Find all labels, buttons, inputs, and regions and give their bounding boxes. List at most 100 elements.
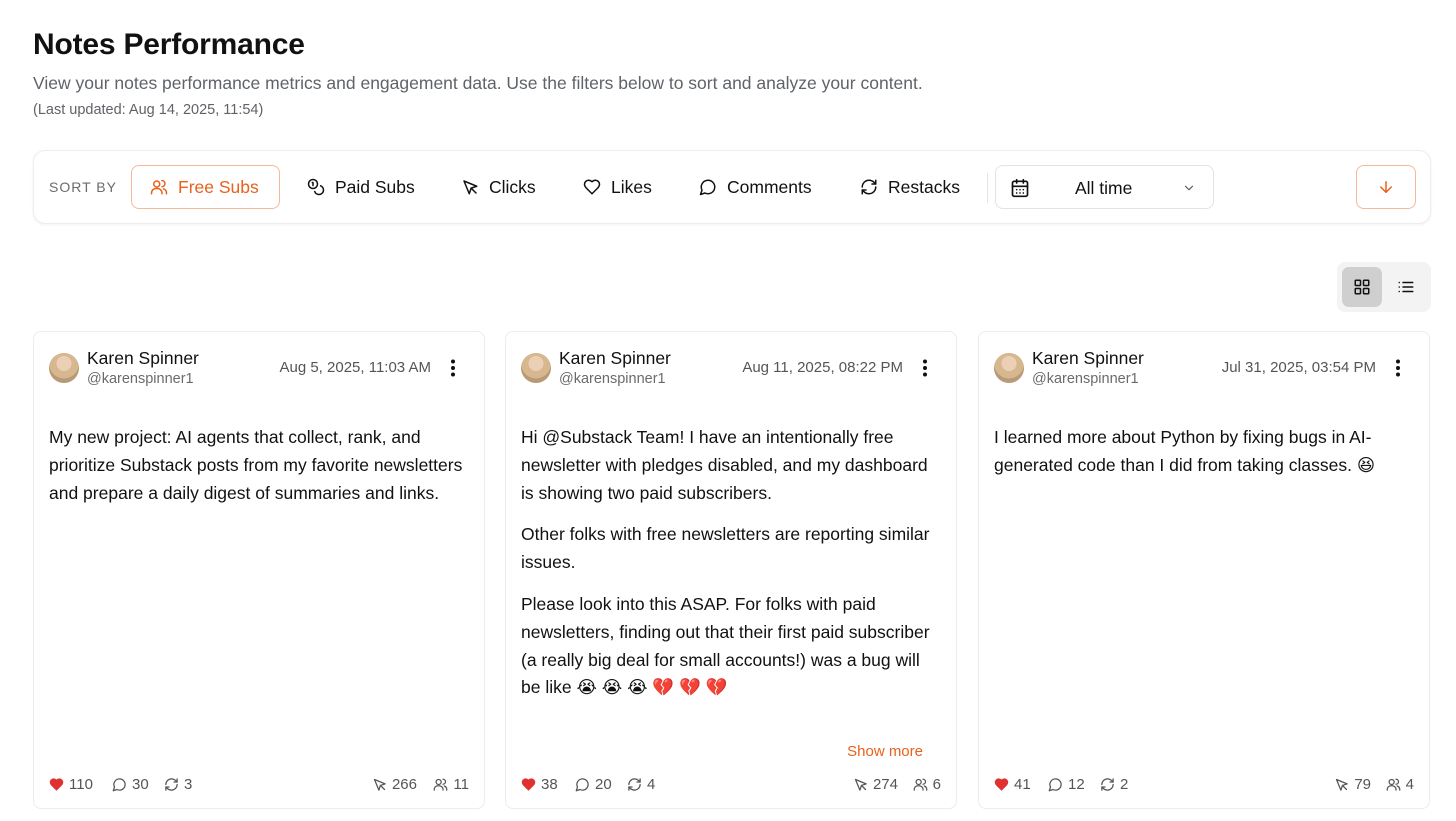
restacks-stat: 2 — [1100, 773, 1128, 795]
date-range-value: All time — [1075, 178, 1133, 198]
restacks-count: 3 — [184, 775, 193, 793]
comment-icon — [699, 179, 716, 196]
cursor-icon — [854, 778, 867, 791]
likes-count: 110 — [69, 775, 93, 793]
note-body: My new project: AI agents that collect, … — [49, 424, 469, 521]
comments-count: 30 — [132, 775, 149, 793]
page-title: Notes Performance — [33, 28, 305, 61]
avatar[interactable] — [521, 353, 551, 383]
sort-option-label: Clicks — [489, 176, 536, 197]
coins-icon — [307, 178, 325, 196]
view-toggle — [1337, 262, 1431, 312]
note-paragraph: Hi @Substack Team! I have an intentional… — [521, 427, 928, 503]
users-icon — [1386, 778, 1401, 791]
sort-by-label: SORT BY — [49, 179, 117, 195]
grid-view-button[interactable] — [1342, 267, 1382, 307]
author-name[interactable]: Karen Spinner — [1032, 348, 1144, 369]
author-name[interactable]: Karen Spinner — [87, 348, 199, 369]
likes-stat: 41 — [994, 773, 1031, 795]
author-handle[interactable]: @karenspinner1 — [87, 371, 194, 387]
note-paragraph: My new project: AI agents that collect, … — [49, 427, 463, 503]
more-options-button[interactable] — [916, 356, 934, 380]
comment-icon — [1048, 777, 1062, 791]
sort-option-label: Paid Subs — [335, 176, 415, 197]
restack-icon — [165, 777, 178, 791]
note-stats: 38 20 4 274 6 — [521, 773, 941, 795]
more-vertical-icon — [1396, 359, 1400, 377]
list-icon — [1398, 281, 1414, 293]
clicks-stat: 274 — [853, 773, 898, 795]
sort-option-label: Comments — [727, 176, 812, 197]
likes-count: 41 — [1014, 775, 1031, 793]
note-body: I learned more about Python by fixing bu… — [994, 424, 1414, 494]
avatar[interactable] — [994, 353, 1024, 383]
note-paragraph: Other folks with free newsletters are re… — [521, 524, 930, 573]
heart-icon — [521, 777, 536, 791]
post-date: Aug 5, 2025, 11:03 AM — [279, 359, 431, 376]
clicks-count: 266 — [391, 775, 417, 793]
heart-icon — [49, 777, 64, 791]
post-date: Aug 11, 2025, 08:22 PM — [742, 359, 903, 376]
avatar[interactable] — [49, 353, 79, 383]
subs-stat: 6 — [913, 773, 941, 795]
author-handle[interactable]: @karenspinner1 — [1032, 371, 1139, 387]
clicks-stat: 79 — [1334, 773, 1371, 795]
sort-comments-button[interactable]: Comments — [680, 165, 831, 209]
more-vertical-icon — [923, 359, 927, 377]
likes-stat: 38 — [521, 773, 558, 795]
comments-stat: 30 — [112, 773, 149, 795]
likes-stat: 110 — [49, 773, 93, 795]
sort-option-label: Likes — [611, 176, 652, 197]
subs-stat: 11 — [433, 773, 469, 795]
sort-likes-button[interactable]: Likes — [564, 165, 671, 209]
restack-icon — [628, 777, 641, 791]
restacks-count: 4 — [647, 775, 656, 793]
comments-stat: 12 — [1048, 773, 1085, 795]
note-card[interactable]: Karen Spinner @karenspinner1 Aug 5, 2025… — [33, 331, 485, 809]
comment-icon — [575, 777, 589, 791]
note-stats: 41 12 2 79 4 — [994, 773, 1414, 795]
note-card[interactable]: Karen Spinner @karenspinner1 Aug 11, 202… — [505, 331, 957, 809]
sort-free-subs-button[interactable]: Free Subs — [131, 165, 280, 209]
post-date: Jul 31, 2025, 03:54 PM — [1221, 359, 1376, 376]
list-view-button[interactable] — [1386, 267, 1426, 307]
sort-option-label: Free Subs — [178, 176, 259, 197]
clicks-count: 79 — [1354, 775, 1371, 793]
restacks-stat: 4 — [627, 773, 655, 795]
show-more-link[interactable]: Show more — [847, 743, 923, 760]
grid-icon — [1354, 279, 1370, 295]
author-handle[interactable]: @karenspinner1 — [559, 371, 666, 387]
sort-restacks-button[interactable]: Restacks — [841, 165, 979, 209]
comment-icon — [112, 777, 126, 791]
restacks-count: 2 — [1120, 775, 1129, 793]
clicks-stat: 266 — [372, 773, 417, 795]
likes-count: 38 — [541, 775, 558, 793]
note-stats: 110 30 3 266 11 — [49, 773, 469, 795]
chevron-down-icon — [1184, 185, 1194, 191]
divider — [987, 173, 988, 203]
more-options-button[interactable] — [444, 356, 462, 380]
subs-count: 11 — [453, 775, 469, 793]
page-subtitle: View your notes performance metrics and … — [33, 73, 923, 93]
subs-count: 6 — [932, 775, 941, 793]
arrow-down-icon — [1380, 181, 1392, 193]
cursor-icon — [373, 778, 386, 791]
restack-icon — [1101, 777, 1114, 791]
note-card[interactable]: Karen Spinner @karenspinner1 Jul 31, 202… — [978, 331, 1430, 809]
date-range-select[interactable]: All time — [995, 165, 1214, 209]
author-name[interactable]: Karen Spinner — [559, 348, 671, 369]
users-icon — [913, 778, 928, 791]
calendar-icon — [1011, 178, 1029, 198]
note-paragraph: Please look into this ASAP. For folks wi… — [521, 593, 930, 698]
cursor-icon — [463, 180, 478, 195]
sort-clicks-button[interactable]: Clicks — [442, 165, 555, 209]
comments-stat: 20 — [575, 773, 612, 795]
more-options-button[interactable] — [1389, 356, 1407, 380]
last-updated: (Last updated: Aug 14, 2025, 11:54) — [33, 102, 264, 118]
comments-count: 20 — [595, 775, 612, 793]
sort-bar: SORT BY Free Subs Paid Subs Clicks Likes… — [33, 150, 1431, 224]
sort-paid-subs-button[interactable]: Paid Subs — [288, 165, 434, 209]
restacks-stat: 3 — [164, 773, 192, 795]
sort-order-button[interactable] — [1356, 165, 1416, 209]
note-paragraph: I learned more about Python by fixing bu… — [994, 427, 1376, 475]
